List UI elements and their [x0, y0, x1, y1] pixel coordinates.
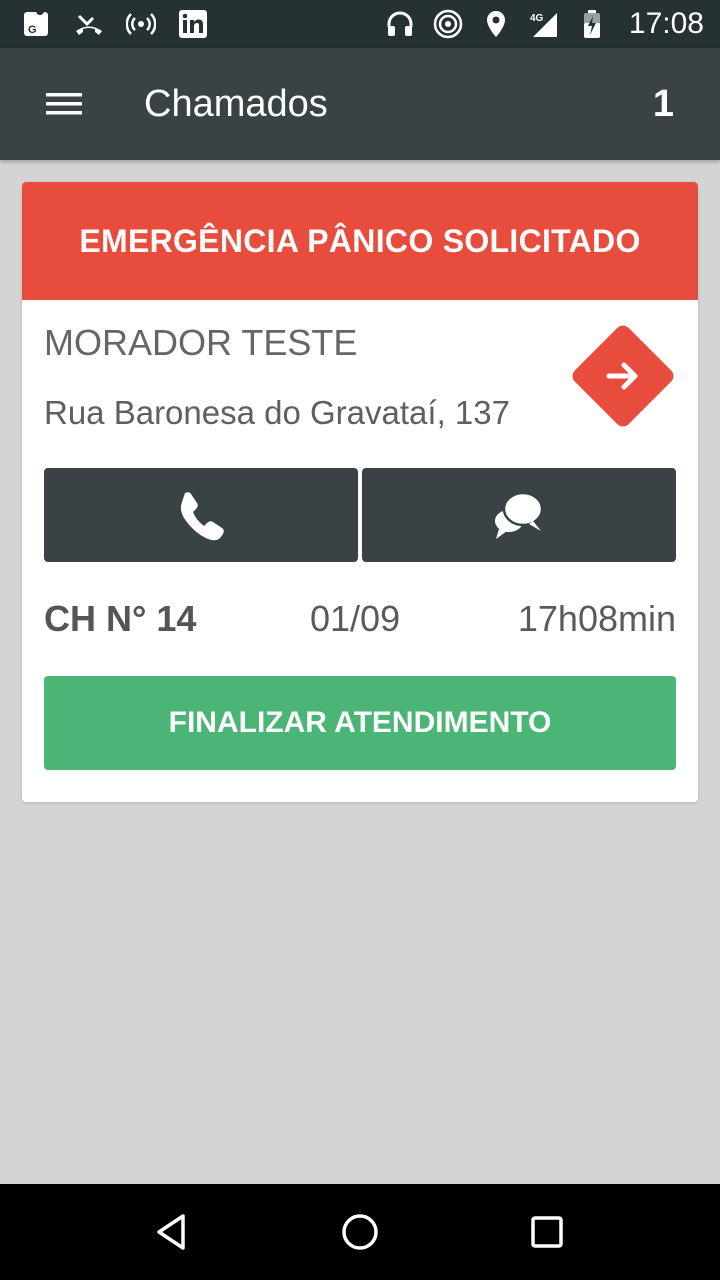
resident-name: MORADOR TESTE: [44, 322, 358, 363]
chat-button[interactable]: [362, 468, 676, 562]
emergency-call-card: EMERGÊNCIA PÂNICO SOLICITADO MORADOR TES…: [22, 182, 698, 802]
system-nav-bar: [0, 1184, 720, 1280]
status-time: 17:08: [628, 7, 704, 40]
battery-charging-icon: [577, 9, 607, 39]
emergency-title: EMERGÊNCIA PÂNICO SOLICITADO: [79, 222, 641, 259]
hamburger-menu-icon: [46, 93, 82, 115]
recents-button[interactable]: [517, 1202, 577, 1262]
menu-button[interactable]: [0, 48, 128, 160]
arrow-right-icon: [606, 362, 638, 390]
signal-4g-icon: 4G: [529, 9, 559, 39]
call-date: 01/09: [310, 598, 401, 639]
call-number: CH N° 14: [44, 598, 197, 639]
call-button[interactable]: [44, 468, 358, 562]
back-button[interactable]: [143, 1202, 203, 1262]
status-system-icons: 4G 17:08: [385, 7, 704, 41]
linkedin-icon: [178, 9, 208, 39]
svg-text:4G: 4G: [530, 13, 544, 24]
svg-text:G: G: [28, 24, 37, 36]
navigate-button[interactable]: [569, 322, 677, 430]
phone-icon: [180, 492, 224, 541]
resident-address: Rua Baronesa do Gravataí, 137: [44, 394, 510, 431]
chat-bubbles-icon: [493, 491, 544, 539]
finish-attendance-label: FINALIZAR ATENDIMENTO: [168, 706, 552, 739]
back-triangle-icon: [157, 1214, 186, 1250]
call-time: 17h08min: [517, 598, 676, 639]
status-bar: G 4G 17:08: [0, 0, 720, 48]
call-count: 1: [652, 82, 674, 125]
emergency-header: EMERGÊNCIA PÂNICO SOLICITADO: [22, 182, 698, 300]
maps-icon: G: [22, 9, 52, 39]
app-bar: Chamados 1: [0, 48, 720, 160]
hotspot-icon: [126, 9, 156, 39]
headset-icon: [385, 9, 415, 39]
page-title: Chamados: [144, 82, 328, 125]
status-notifications: G: [22, 9, 208, 39]
finish-attendance-button[interactable]: FINALIZAR ATENDIMENTO: [44, 676, 676, 770]
recents-square-icon: [530, 1216, 563, 1248]
location-icon: [481, 9, 511, 39]
cast-icon: [433, 9, 463, 39]
missed-call-icon: [74, 9, 104, 39]
home-circle-icon: [342, 1214, 378, 1250]
home-button[interactable]: [330, 1202, 390, 1262]
